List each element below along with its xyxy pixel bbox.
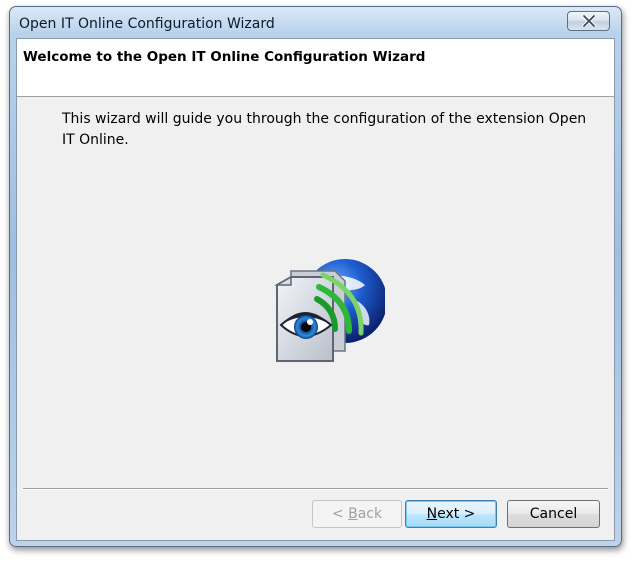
next-button[interactable]: Next > xyxy=(405,500,497,528)
page-title: Welcome to the Open IT Online Configurat… xyxy=(23,49,426,65)
next-button-mnemonic: N xyxy=(426,506,438,522)
footer-separator xyxy=(23,488,608,490)
window-title: Open IT Online Configuration Wizard xyxy=(19,16,275,32)
welcome-message: This wizard will guide you through the c… xyxy=(62,111,587,148)
cancel-button[interactable]: Cancel xyxy=(507,500,600,528)
next-button-rest: ext > xyxy=(437,506,476,522)
back-button-rest: ack xyxy=(357,506,383,522)
back-button-mnemonic: B xyxy=(348,506,358,522)
close-icon xyxy=(581,15,596,27)
wizard-window: Open IT Online Configuration Wizard Welc… xyxy=(9,6,622,547)
wizard-client-area: Welcome to the Open IT Online Configurat… xyxy=(16,38,615,541)
back-button-prefix: < xyxy=(331,506,349,522)
wizard-header-panel: Welcome to the Open IT Online Configurat… xyxy=(17,39,614,97)
close-button[interactable] xyxy=(567,11,610,31)
eye-globe-logo-icon xyxy=(261,255,387,365)
cancel-button-label: Cancel xyxy=(529,506,578,522)
back-button[interactable]: < Back xyxy=(312,500,402,528)
